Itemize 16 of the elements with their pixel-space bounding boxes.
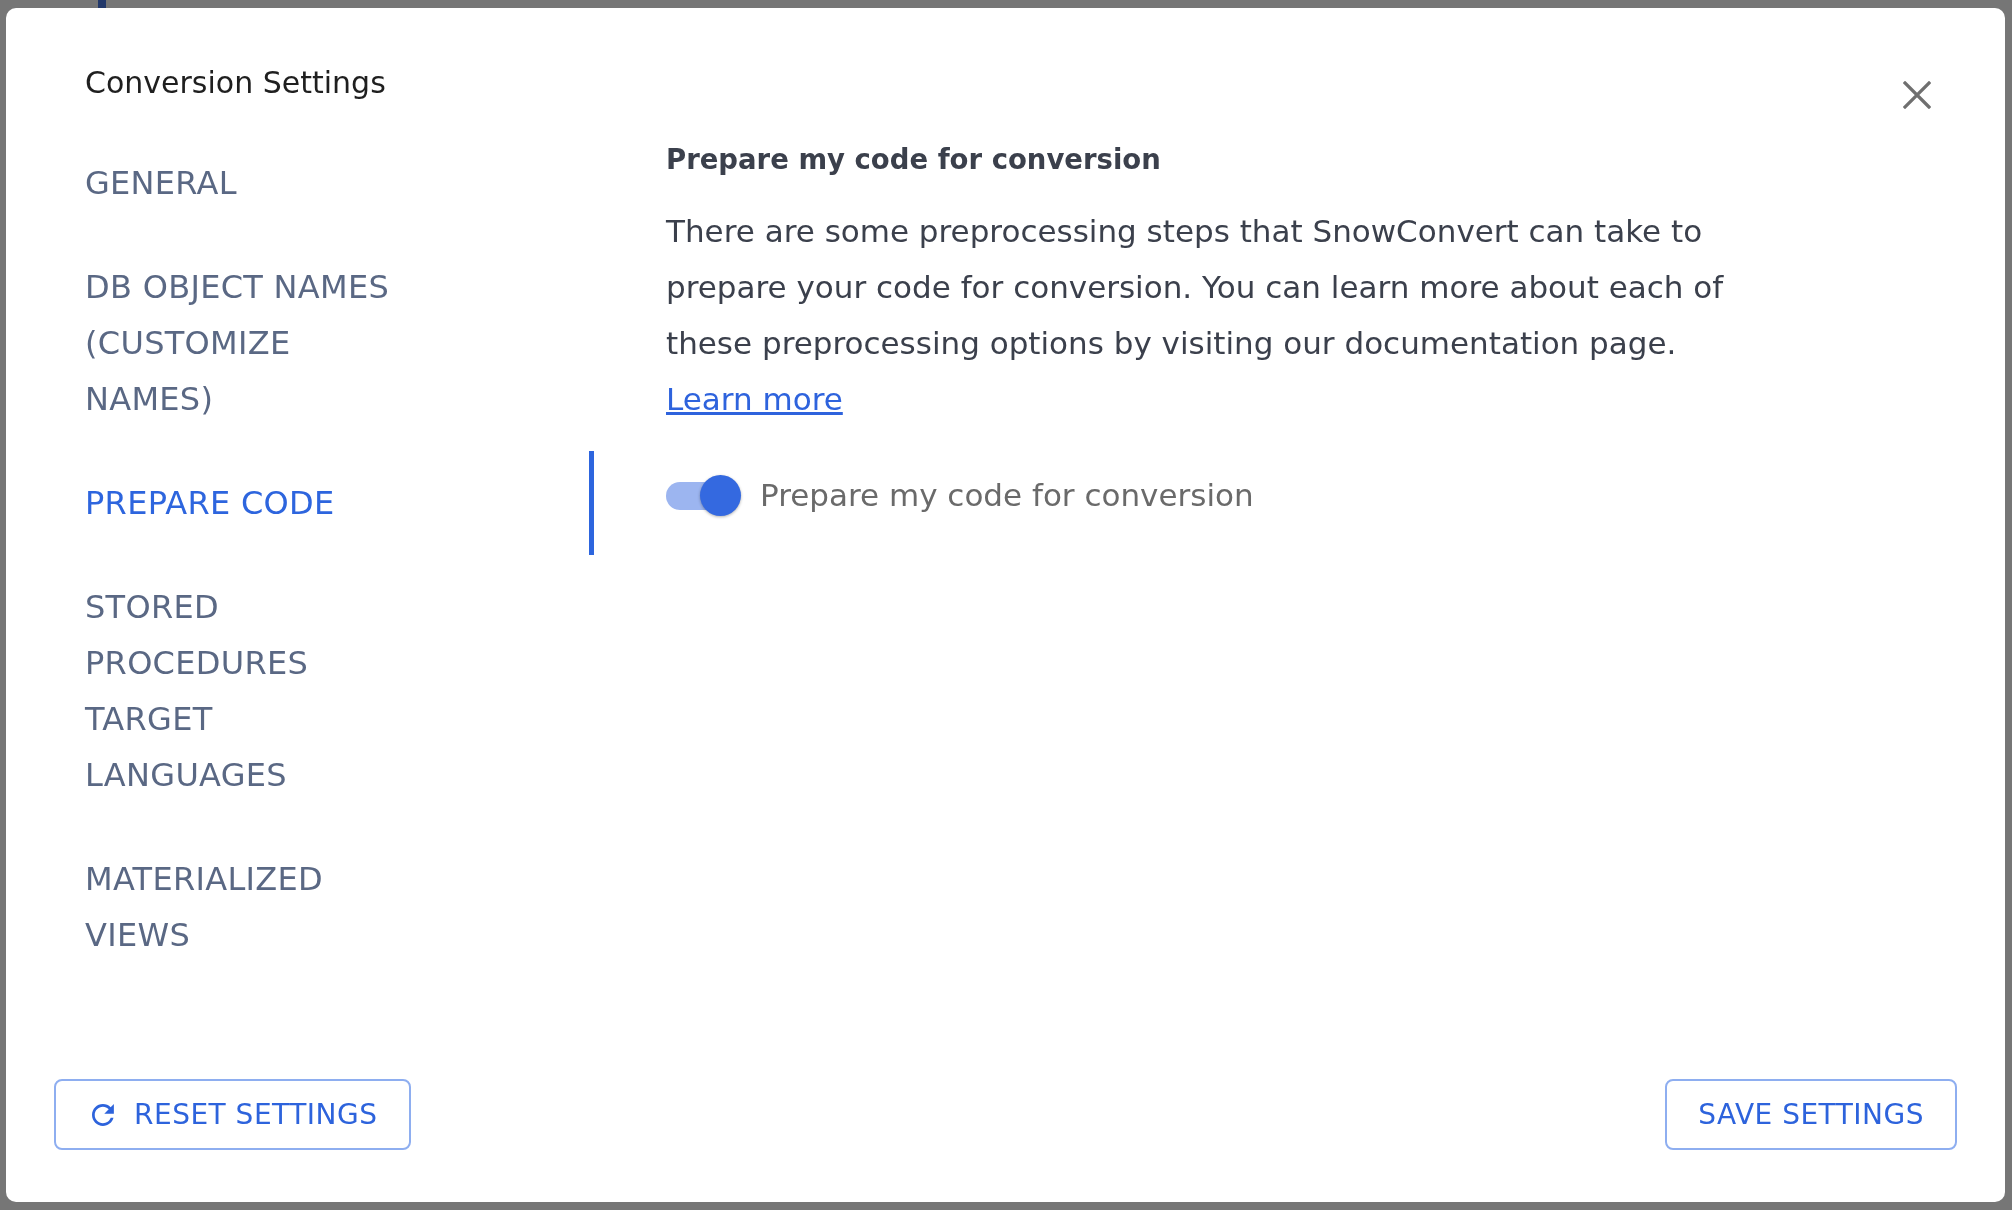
dialog-title: Conversion Settings [85,64,386,102]
reset-button[interactable]: RESET SETTINGS [54,1079,412,1150]
save-button[interactable]: SAVE SETTINGS [1665,1079,1957,1150]
close-icon[interactable] [1903,81,1931,109]
learn-more-link[interactable]: Learn more [666,381,843,417]
section-description: There are some preprocessing steps that SnowConvert can take to prepare your code for conversion. You can learn more about each of these preprocessing options by visiting our documentation page. [666,212,1725,363]
sidebar-tab[interactable]: DB OBJECT NAMES (CUSTOMIZE NAMES) [85,235,594,451]
sidebar-tab[interactable]: GENERAL [85,131,594,235]
toggle-switch[interactable] [666,475,741,516]
sidebar-tab[interactable]: PREPARE CODE [85,451,594,555]
toggle-label: Prepare my code for conversion [760,476,1254,515]
sidebar-tab[interactable]: STORED PROCEDURES TARGET LANGUAGES [85,555,594,827]
refresh-icon [92,1103,114,1126]
accent-bar [98,0,106,8]
section-heading: Prepare my code for conversion [666,142,1162,177]
sidebar-tab[interactable]: MATERIALIZED VIEWS [85,827,594,987]
